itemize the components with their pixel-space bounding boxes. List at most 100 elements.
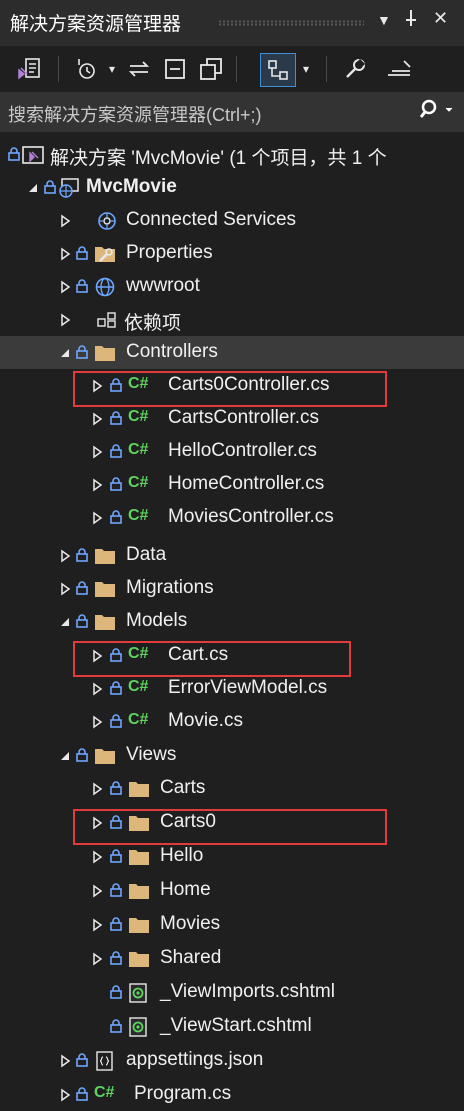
search-icon[interactable] bbox=[419, 98, 454, 127]
show-all-files-icon[interactable] bbox=[196, 53, 226, 85]
collapsed-arrow-icon[interactable] bbox=[90, 379, 104, 393]
sync-active-document-icon[interactable] bbox=[124, 53, 154, 85]
switch-views-icon[interactable] bbox=[14, 53, 46, 85]
folder-icon bbox=[95, 346, 115, 361]
lock-icon bbox=[76, 548, 88, 562]
tree-item-connected-services[interactable]: Connected Services bbox=[0, 204, 464, 237]
tree-item-program[interactable]: C# Program.cs bbox=[0, 1078, 464, 1111]
window-title: 解决方案资源管理器 bbox=[10, 14, 182, 35]
tree-item-hello-controller[interactable]: C# HelloController.cs bbox=[0, 435, 464, 468]
tree-item-home-controller[interactable]: C# HomeController.cs bbox=[0, 468, 464, 501]
lock-icon bbox=[110, 648, 122, 662]
globe-icon bbox=[95, 277, 115, 297]
toolbar-separator bbox=[236, 56, 237, 82]
collapsed-arrow-icon[interactable] bbox=[90, 412, 104, 426]
wrench-icon[interactable] bbox=[340, 53, 370, 85]
tree-item-label: Carts0Controller.cs bbox=[168, 374, 330, 395]
tree-item-cart-model[interactable]: C# Cart.cs bbox=[0, 639, 464, 672]
collapsed-arrow-icon[interactable] bbox=[58, 280, 72, 294]
tree-item-error-view-model[interactable]: C# ErrorViewModel.cs bbox=[0, 672, 464, 705]
collapsed-arrow-icon[interactable] bbox=[90, 511, 104, 525]
csharp-file-icon: C# bbox=[128, 507, 149, 524]
tree-item-models[interactable]: Models bbox=[0, 605, 464, 638]
collapsed-arrow-icon[interactable] bbox=[90, 782, 104, 796]
tree-item-carts0-controller[interactable]: C# Carts0Controller.cs bbox=[0, 369, 464, 402]
tree-item-project[interactable]: MvcMovie bbox=[0, 171, 464, 204]
tree-item-view-start[interactable]: _ViewStart.cshtml bbox=[0, 1010, 464, 1043]
tree-item-views-carts[interactable]: Carts bbox=[0, 772, 464, 805]
tree-item-views-movies[interactable]: Movies bbox=[0, 908, 464, 941]
tree-item-label: Properties bbox=[126, 242, 213, 263]
lock-icon bbox=[76, 279, 88, 293]
preview-icon[interactable] bbox=[382, 53, 416, 85]
expanded-arrow-icon[interactable] bbox=[58, 749, 72, 763]
collapse-all-icon[interactable] bbox=[160, 53, 190, 85]
expanded-arrow-icon[interactable] bbox=[58, 346, 72, 360]
tree-item-label: Shared bbox=[160, 947, 222, 968]
tree-item-views-hello[interactable]: Hello bbox=[0, 840, 464, 873]
toolbar-separator bbox=[326, 56, 327, 82]
collapsed-arrow-icon[interactable] bbox=[58, 582, 72, 596]
tree-item-label: _ViewStart.cshtml bbox=[160, 1015, 312, 1036]
tree-item-views-shared[interactable]: Shared bbox=[0, 942, 464, 975]
tree-item-views[interactable]: Views bbox=[0, 739, 464, 772]
tree-item-label: Connected Services bbox=[126, 209, 297, 230]
csharp-file-icon: C# bbox=[128, 375, 149, 392]
preview-selected-items-icon[interactable] bbox=[260, 53, 296, 87]
tree-item-views-home[interactable]: Home bbox=[0, 874, 464, 907]
collapsed-arrow-icon[interactable] bbox=[58, 1054, 72, 1068]
tree-item-dependencies[interactable]: 依赖项 bbox=[0, 303, 464, 336]
tree-item-label: Movies bbox=[160, 913, 221, 934]
tree-item-views-carts0[interactable]: Carts0 bbox=[0, 806, 464, 839]
collapsed-arrow-icon[interactable] bbox=[90, 850, 104, 864]
collapsed-arrow-icon[interactable] bbox=[90, 682, 104, 696]
lock-icon bbox=[110, 883, 122, 897]
tree-item-migrations[interactable]: Migrations bbox=[0, 572, 464, 605]
csharp-file-icon: C# bbox=[128, 408, 149, 425]
collapsed-arrow-icon[interactable] bbox=[58, 549, 72, 563]
expanded-arrow-icon[interactable] bbox=[58, 615, 72, 629]
csharp-file-icon: C# bbox=[128, 474, 149, 491]
collapsed-arrow-icon[interactable] bbox=[58, 247, 72, 261]
collapsed-arrow-icon[interactable] bbox=[90, 649, 104, 663]
collapsed-arrow-icon[interactable] bbox=[90, 952, 104, 966]
collapsed-arrow-icon[interactable] bbox=[58, 1088, 72, 1102]
dropdown-arrow-icon[interactable]: ▼ bbox=[377, 12, 391, 28]
chevron-down-icon[interactable]: ▾ bbox=[298, 53, 314, 85]
tree-item-properties[interactable]: Properties bbox=[0, 237, 464, 270]
close-icon[interactable]: ✕ bbox=[433, 8, 448, 29]
lock-icon bbox=[76, 1053, 88, 1067]
collapsed-arrow-icon[interactable] bbox=[58, 313, 72, 327]
tree-item-controllers[interactable]: Controllers bbox=[0, 336, 464, 369]
collapsed-arrow-icon[interactable] bbox=[90, 918, 104, 932]
tree-item-label: ErrorViewModel.cs bbox=[168, 677, 328, 698]
chevron-down-icon[interactable]: ▾ bbox=[104, 53, 120, 85]
collapsed-arrow-icon[interactable] bbox=[90, 445, 104, 459]
tree-item-carts-controller[interactable]: C# CartsController.cs bbox=[0, 402, 464, 435]
search-input[interactable]: 搜索解决方案资源管理器(Ctrl+;) bbox=[8, 101, 262, 127]
pin-icon[interactable] bbox=[403, 8, 419, 33]
collapsed-arrow-icon[interactable] bbox=[58, 214, 72, 228]
tree-item-wwwroot[interactable]: wwwroot bbox=[0, 270, 464, 303]
collapsed-arrow-icon[interactable] bbox=[90, 884, 104, 898]
pending-changes-icon[interactable] bbox=[72, 53, 102, 85]
collapsed-arrow-icon[interactable] bbox=[90, 715, 104, 729]
razor-file-icon bbox=[129, 1017, 147, 1037]
tree-item-data[interactable]: Data bbox=[0, 539, 464, 572]
razor-file-icon bbox=[129, 983, 147, 1003]
tree-item-movie-model[interactable]: C# Movie.cs bbox=[0, 705, 464, 738]
connected-services-icon bbox=[98, 212, 116, 230]
folder-icon bbox=[95, 615, 115, 630]
lock-icon bbox=[110, 510, 122, 524]
collapsed-arrow-icon[interactable] bbox=[90, 478, 104, 492]
collapsed-arrow-icon[interactable] bbox=[90, 816, 104, 830]
folder-icon bbox=[129, 782, 149, 797]
tree-item-movies-controller[interactable]: C# MoviesController.cs bbox=[0, 501, 464, 534]
expanded-arrow-icon[interactable] bbox=[26, 181, 40, 195]
tree-item-view-imports[interactable]: _ViewImports.cshtml bbox=[0, 976, 464, 1009]
tree-item-solution[interactable]: 解决方案 'MvcMovie' (1 个项目，共 1 个 bbox=[0, 138, 464, 171]
search-bar[interactable]: 搜索解决方案资源管理器(Ctrl+;) bbox=[0, 92, 464, 132]
tree-item-label: MoviesController.cs bbox=[168, 506, 334, 527]
tree-item-appsettings[interactable]: appsettings.json bbox=[0, 1044, 464, 1077]
titlebar-grip[interactable] bbox=[218, 20, 364, 26]
